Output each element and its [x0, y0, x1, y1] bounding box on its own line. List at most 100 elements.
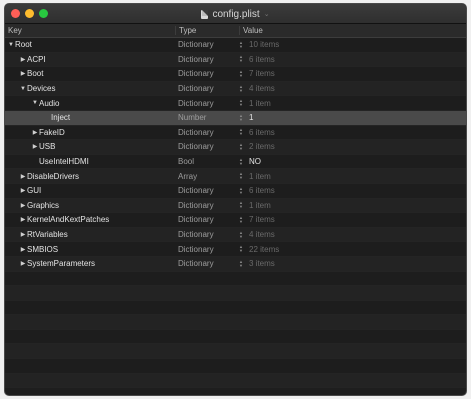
- table-row[interactable]: ▶ USB Dictionary ▲ ▼ 2 items: [5, 140, 466, 155]
- table-row[interactable]: ▶ KernelAndKextPatches Dictionary ▲ ▼ 7 items: [5, 213, 466, 228]
- type-stepper-icon[interactable]: ▲ ▼: [239, 69, 245, 78]
- value-cell[interactable]: ▲ ▼ 7 items: [239, 69, 466, 78]
- table-row[interactable]: Inject Number ▲ ▼ 1: [5, 110, 466, 126]
- type-cell[interactable]: Number: [175, 113, 239, 122]
- type-cell[interactable]: Dictionary: [175, 55, 239, 64]
- key-cell[interactable]: ▶ SMBIOS: [5, 245, 175, 254]
- table-row[interactable]: ▶ DisableDrivers Array ▲ ▼ 1 item: [5, 169, 466, 184]
- type-cell[interactable]: Bool: [175, 157, 239, 166]
- stepper-down-icon[interactable]: ▼: [239, 176, 245, 180]
- stepper-down-icon[interactable]: ▼: [239, 161, 245, 166]
- stepper-down-icon[interactable]: ▼: [239, 88, 245, 93]
- value-cell[interactable]: ▲ ▼ 6 items: [239, 128, 466, 137]
- type-cell[interactable]: Dictionary: [175, 215, 239, 224]
- column-header-value[interactable]: Value: [239, 26, 466, 35]
- disclosure-closed-icon[interactable]: ▶: [19, 231, 27, 238]
- value-cell[interactable]: ▲ ▼ 22 items: [239, 245, 466, 254]
- table-row[interactable]: ▶ ACPI Dictionary ▲ ▼ 6 items: [5, 52, 466, 68]
- table-row[interactable]: ▶ Boot Dictionary ▲ ▼ 7 items: [5, 67, 466, 82]
- stepper-down-icon[interactable]: ▼: [239, 234, 245, 239]
- value-cell[interactable]: ▲ ▼ 1 item: [239, 172, 466, 181]
- value-cell[interactable]: ▲ ▼ 2 items: [239, 142, 466, 151]
- type-cell[interactable]: Array: [175, 172, 239, 181]
- key-cell[interactable]: Inject: [5, 113, 175, 122]
- table-row[interactable]: ▶ SystemParameters Dictionary ▲ ▼ 3 items: [5, 256, 466, 272]
- stepper-down-icon[interactable]: ▼: [239, 249, 245, 253]
- stepper-down-icon[interactable]: ▼: [239, 263, 245, 268]
- key-cell[interactable]: ▶ Graphics: [5, 201, 175, 210]
- table-row[interactable]: ▶ FakeID Dictionary ▲ ▼ 6 items: [5, 125, 466, 141]
- value-cell[interactable]: ▲ ▼ 1 item: [239, 201, 466, 210]
- type-stepper-icon[interactable]: ▲ ▼: [239, 172, 245, 180]
- type-stepper-icon[interactable]: ▲ ▼: [239, 99, 245, 107]
- column-header-type[interactable]: Type: [175, 26, 239, 35]
- type-stepper-icon[interactable]: ▲ ▼: [239, 201, 245, 209]
- key-cell[interactable]: ▶ RtVariables: [5, 230, 175, 239]
- stepper-down-icon[interactable]: ▼: [239, 117, 245, 122]
- key-cell[interactable]: ▶ SystemParameters: [5, 259, 175, 268]
- key-cell[interactable]: ▶ KernelAndKextPatches: [5, 215, 175, 224]
- stepper-down-icon[interactable]: ▼: [239, 44, 245, 49]
- type-stepper-icon[interactable]: ▲ ▼: [239, 84, 245, 93]
- key-cell[interactable]: ▶ Boot: [5, 69, 175, 78]
- type-cell[interactable]: Dictionary: [175, 201, 239, 210]
- table-row[interactable]: ▶ RtVariables Dictionary ▲ ▼ 4 items: [5, 227, 466, 243]
- type-stepper-icon[interactable]: ▲ ▼: [239, 128, 245, 136]
- type-cell[interactable]: Dictionary: [175, 99, 239, 108]
- value-cell[interactable]: ▲ ▼ 7 items: [239, 215, 466, 224]
- key-cell[interactable]: ▼ Devices: [5, 84, 175, 93]
- disclosure-closed-icon[interactable]: ▶: [19, 246, 27, 253]
- stepper-down-icon[interactable]: ▼: [239, 73, 245, 78]
- disclosure-open-icon[interactable]: ▼: [7, 42, 15, 48]
- disclosure-closed-icon[interactable]: ▶: [19, 260, 27, 267]
- stepper-down-icon[interactable]: ▼: [239, 219, 245, 224]
- value-cell[interactable]: ▲ ▼ 1 item: [239, 99, 466, 108]
- stepper-down-icon[interactable]: ▼: [239, 205, 245, 209]
- disclosure-open-icon[interactable]: ▼: [19, 86, 27, 92]
- disclosure-open-icon[interactable]: ▼: [31, 100, 39, 106]
- stepper-down-icon[interactable]: ▼: [239, 146, 245, 151]
- type-cell[interactable]: Dictionary: [175, 84, 239, 93]
- type-cell[interactable]: Dictionary: [175, 186, 239, 195]
- value-cell[interactable]: ▲ ▼ 10 items: [239, 40, 466, 49]
- type-stepper-icon[interactable]: ▲ ▼: [239, 142, 245, 151]
- type-stepper-icon[interactable]: ▲ ▼: [239, 55, 245, 63]
- type-cell[interactable]: Dictionary: [175, 128, 239, 137]
- disclosure-closed-icon[interactable]: ▶: [19, 56, 27, 63]
- table-row[interactable]: ▼ Root Dictionary ▲ ▼ 10 items: [5, 38, 466, 53]
- key-cell[interactable]: ▶ DisableDrivers: [5, 172, 175, 181]
- type-stepper-icon[interactable]: ▲ ▼: [239, 40, 245, 49]
- type-stepper-icon[interactable]: ▲ ▼: [239, 230, 245, 239]
- type-cell[interactable]: Dictionary: [175, 40, 239, 49]
- stepper-down-icon[interactable]: ▼: [239, 132, 245, 136]
- disclosure-closed-icon[interactable]: ▶: [19, 173, 27, 180]
- disclosure-closed-icon[interactable]: ▶: [31, 143, 39, 150]
- type-stepper-icon[interactable]: ▲ ▼: [239, 215, 245, 224]
- table-row[interactable]: UseIntelHDMI Bool ▲ ▼ NO: [5, 154, 466, 170]
- stepper-down-icon[interactable]: ▼: [239, 103, 245, 107]
- key-cell[interactable]: ▶ GUI: [5, 186, 175, 195]
- disclosure-closed-icon[interactable]: ▶: [19, 187, 27, 194]
- key-cell[interactable]: ▶ FakeID: [5, 128, 175, 137]
- window-title-area[interactable]: config.plist ⌄: [5, 4, 466, 24]
- type-cell[interactable]: Dictionary: [175, 259, 239, 268]
- type-stepper-icon[interactable]: ▲ ▼: [239, 245, 245, 253]
- value-cell[interactable]: ▲ ▼ NO: [239, 157, 466, 166]
- value-cell[interactable]: ▲ ▼ 3 items: [239, 259, 466, 268]
- type-stepper-icon[interactable]: ▲ ▼: [239, 157, 245, 166]
- value-cell[interactable]: ▲ ▼ 4 items: [239, 230, 466, 239]
- chevron-down-icon[interactable]: ⌄: [264, 10, 270, 18]
- type-cell[interactable]: Dictionary: [175, 230, 239, 239]
- value-cell[interactable]: ▲ ▼ 6 items: [239, 186, 466, 195]
- key-cell[interactable]: ▶ USB: [5, 142, 175, 151]
- table-row[interactable]: ▶ GUI Dictionary ▲ ▼ 6 items: [5, 183, 466, 199]
- disclosure-closed-icon[interactable]: ▶: [31, 129, 39, 136]
- stepper-down-icon[interactable]: ▼: [239, 190, 245, 195]
- type-cell[interactable]: Dictionary: [175, 142, 239, 151]
- disclosure-closed-icon[interactable]: ▶: [19, 202, 27, 209]
- key-cell[interactable]: ▼ Root: [5, 40, 175, 49]
- type-stepper-icon[interactable]: ▲ ▼: [239, 113, 245, 122]
- table-row[interactable]: ▼ Devices Dictionary ▲ ▼ 4 items: [5, 81, 466, 97]
- key-cell[interactable]: ▼ Audio: [5, 99, 175, 108]
- type-cell[interactable]: Dictionary: [175, 69, 239, 78]
